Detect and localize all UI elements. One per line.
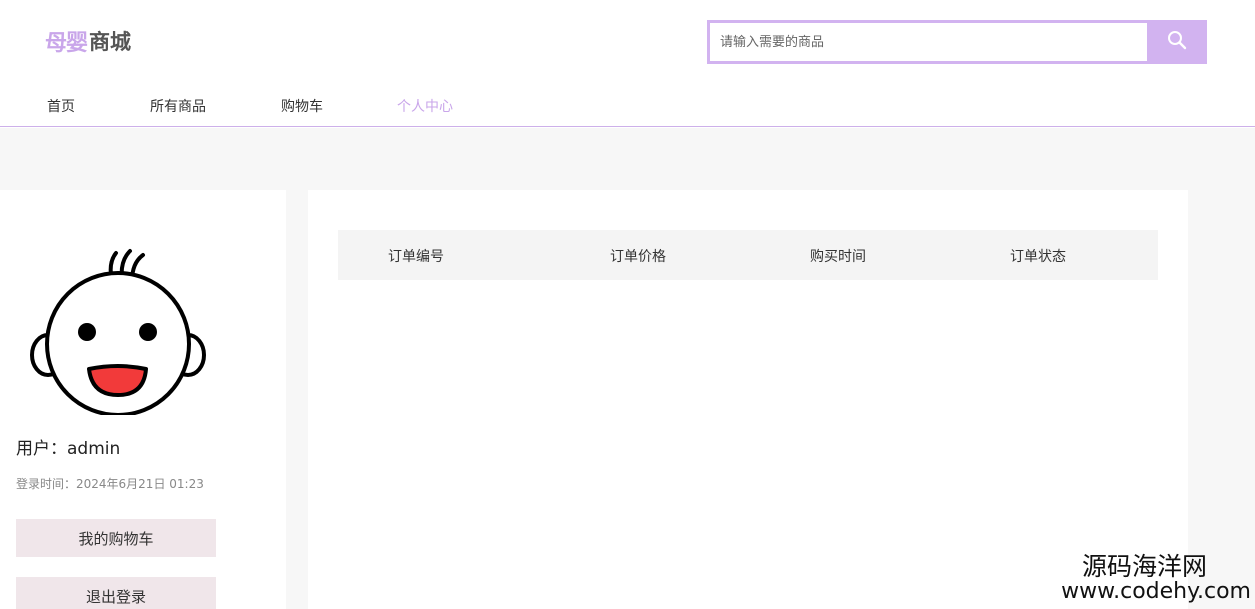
- logo-mark: 母婴: [45, 31, 88, 56]
- my-cart-button[interactable]: 我的购物车: [16, 519, 216, 557]
- nav-item-all-products[interactable]: 所有商品: [150, 96, 206, 116]
- logo-text: 商城: [89, 30, 132, 54]
- user-name: 用户：admin: [16, 439, 121, 459]
- search-bar: [707, 20, 1207, 64]
- search-icon: [1167, 30, 1187, 54]
- site-header: 母婴 商城 首页 所有商品 购物车 个人中心: [0, 0, 1255, 127]
- watermark-url: www.codehy.com: [1061, 578, 1251, 604]
- column-header-purchase-time: 购买时间: [810, 249, 866, 265]
- watermark: 源码海洋网 www.codehy.com: [1061, 551, 1251, 604]
- user-sidebar: 用户：admin 登录时间：2024年6月21日 01:23 我的购物车 退出登…: [0, 190, 286, 609]
- search-button[interactable]: [1147, 20, 1207, 64]
- orders-table-header: 订单编号 订单价格 购买时间 订单状态: [338, 230, 1158, 280]
- search-input[interactable]: [707, 20, 1147, 64]
- watermark-title: 源码海洋网: [1081, 551, 1207, 581]
- nav-item-home[interactable]: 首页: [47, 96, 75, 116]
- avatar: [28, 245, 208, 417]
- orders-panel: 订单编号 订单价格 购买时间 订单状态: [308, 190, 1188, 609]
- nav-item-profile[interactable]: 个人中心: [397, 96, 453, 116]
- column-header-order-status: 订单状态: [1010, 249, 1066, 265]
- login-time: 登录时间：2024年6月21日 01:23: [16, 477, 204, 491]
- logout-button[interactable]: 退出登录: [16, 577, 216, 609]
- column-header-order-price: 订单价格: [610, 249, 666, 265]
- site-logo[interactable]: 母婴 商城: [45, 28, 132, 56]
- content-area: 用户：admin 登录时间：2024年6月21日 01:23 我的购物车 退出登…: [0, 128, 1255, 609]
- column-header-order-id: 订单编号: [388, 249, 444, 265]
- nav-item-cart[interactable]: 购物车: [281, 96, 323, 116]
